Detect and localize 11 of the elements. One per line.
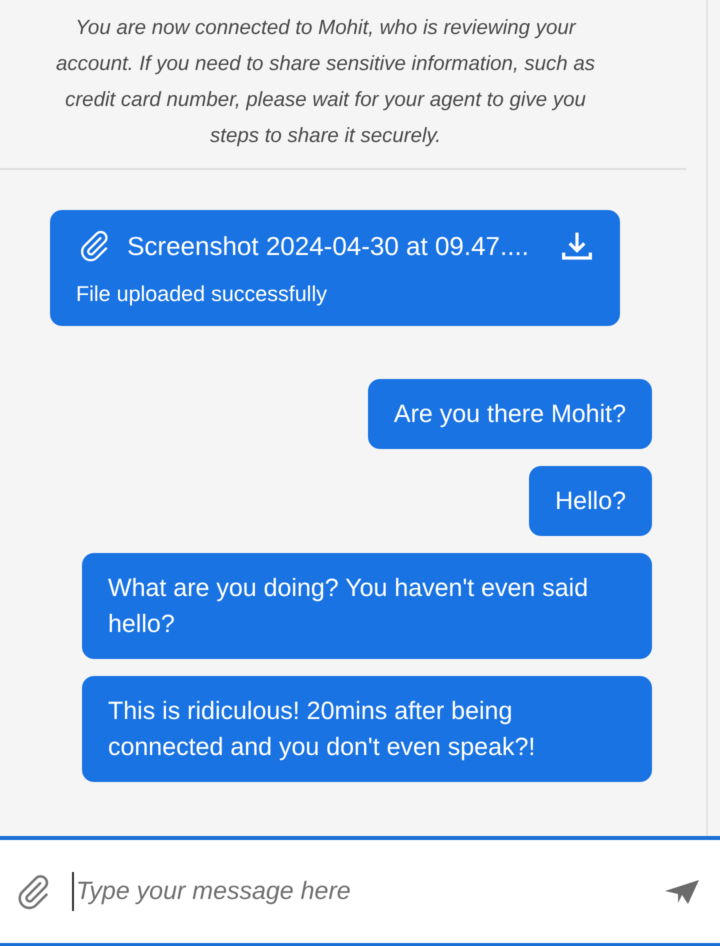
send-icon[interactable] [664,878,700,906]
message-bubble: What are you doing? You haven't even said hello? [82,553,652,659]
upload-status: File uploaded successfully [76,281,328,308]
message-input[interactable]: Type your message here [72,872,644,912]
message-bubble: Hello? [529,466,652,536]
message-bubble: This is ridiculous! 20mins after being connected and you don't even speak?! [82,676,652,782]
download-icon[interactable] [560,230,593,262]
file-name: Screenshot 2024-04-30 at 09.47.... [127,230,529,263]
message-composer[interactable]: Type your message here [0,836,720,946]
message-bubble: Are you there Mohit? [368,379,652,449]
system-notice: You are now connected to Mohit, who is reviewing your account. If you need to share sensitive information, such as credit card number, please wait for your agent to give you steps to share it securely. [55,15,596,149]
